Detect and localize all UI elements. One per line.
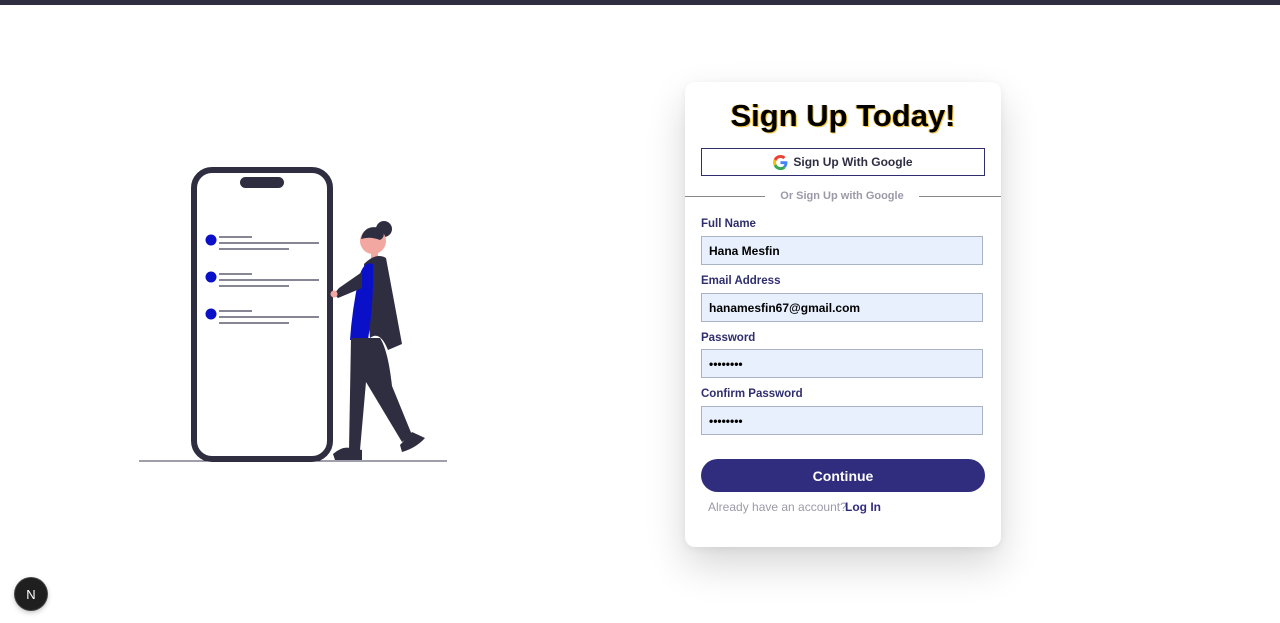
dev-tools-badge[interactable]: N <box>15 578 47 610</box>
page-title: Sign Up Today! <box>730 98 956 133</box>
divider: Or Sign Up with Google <box>685 190 1001 208</box>
top-bar <box>0 0 1280 5</box>
signup-illustration <box>139 167 447 462</box>
google-icon <box>773 154 788 170</box>
woman-figure <box>330 221 425 460</box>
password-label: Password <box>701 332 756 344</box>
continue-button[interactable]: Continue <box>701 459 985 492</box>
dev-badge-label: N <box>26 586 36 602</box>
full-name-label: Full Name <box>701 218 756 230</box>
confirm-password-label: Confirm Password <box>701 388 803 400</box>
google-button-label: Sign Up With Google <box>793 155 913 169</box>
email-input[interactable] <box>701 293 983 322</box>
confirm-password-input[interactable] <box>701 406 983 435</box>
google-signup-button[interactable]: Sign Up With Google <box>701 148 985 176</box>
login-link[interactable]: Log In <box>845 500 881 514</box>
full-name-input[interactable] <box>701 236 983 265</box>
divider-line-right <box>919 196 1001 197</box>
divider-line-left <box>685 196 765 197</box>
email-label: Email Address <box>701 275 781 287</box>
signup-card: Sign Up Today! Sign Up With Google Or Si… <box>685 82 1001 547</box>
already-account-text: Already have an account? <box>708 500 847 514</box>
phone-notch <box>240 177 284 188</box>
divider-text: Or Sign Up with Google <box>780 190 904 202</box>
password-input[interactable] <box>701 349 983 378</box>
